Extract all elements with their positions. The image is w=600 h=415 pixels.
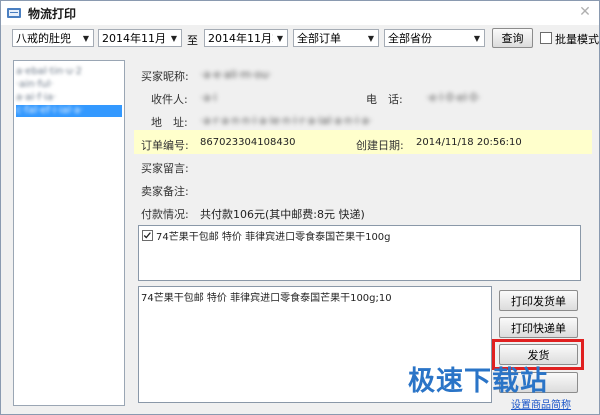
chevron-down-icon: ▼ xyxy=(473,33,481,43)
payment-label: 付款情况: xyxy=(141,208,189,221)
print-express-button[interactable]: 打印快递单 xyxy=(499,317,578,338)
order-items-box[interactable]: 74芒果干包邮 特价 菲律宾进口零食泰国芒果干100g xyxy=(138,225,581,281)
list-item[interactable]: a·ebal·tin·u·2 xyxy=(16,66,82,78)
chevron-down-icon: ▼ xyxy=(82,33,90,43)
date-to-value: 2014年11月21日 xyxy=(208,32,273,45)
order-no-label: 订单编号: xyxy=(141,139,189,152)
buyer-nick-value: ·a·e·ali·m·ou· xyxy=(200,68,272,81)
checkmark-icon xyxy=(143,232,151,239)
list-item[interactable]: a·ai·f·ia· xyxy=(16,92,56,104)
site-watermark: 极速下载站 xyxy=(408,366,548,397)
print-invoice-button[interactable]: 打印发货单 xyxy=(499,290,578,311)
list-item-label: c·fal·ef·i·ial·a· xyxy=(16,105,84,116)
batch-mode-label: 批量模式 xyxy=(555,33,599,46)
list-item-selected[interactable]: c·fal·ef·i·ial·a· xyxy=(16,105,122,117)
receiver-label: 收件人: xyxy=(151,93,188,106)
order-no-value: 867023304108430 xyxy=(200,137,296,148)
shop-select[interactable]: 八戒的肚兜 ▼ xyxy=(12,29,94,47)
chevron-down-icon: ▼ xyxy=(367,33,375,43)
logistics-print-window: 物流打印 ✕ 八戒的肚兜 ▼ 2014年11月14日 ▼ 至 2014年11月2… xyxy=(0,0,600,415)
seller-note-label: 卖家备注: xyxy=(141,185,189,198)
receiver-value: ·a·i xyxy=(200,91,217,104)
close-icon[interactable]: ✕ xyxy=(577,4,593,20)
buyer-nick-label: 买家昵称: xyxy=(141,70,189,83)
batch-mode-checkbox[interactable] xyxy=(540,32,552,44)
chevron-down-icon: ▼ xyxy=(276,33,284,43)
query-button[interactable]: 查询 xyxy=(492,28,533,48)
date-separator: 至 xyxy=(187,34,198,47)
address-value: ·a·r·a·n·n·i·a·ie·n·i·r·a·ial·a·n·i·a· xyxy=(200,114,373,127)
chevron-down-icon: ▼ xyxy=(170,33,178,43)
created-date-value: 2014/11/18 20:56:10 xyxy=(416,137,522,148)
shop-select-value: 八戒的肚兜 xyxy=(16,32,71,45)
order-list[interactable]: a·ebal·tin·u·2 ·ain·ful· a·ai·f·ia· c·fa… xyxy=(13,60,125,406)
item-label: 74芒果干包邮 特价 菲律宾进口零食泰国芒果干100g xyxy=(156,232,391,243)
order-filter-value: 全部订单 xyxy=(297,32,341,45)
order-detail-panel: 买家昵称: ·a·e·ali·m·ou· 收件人: ·a·i 电 话: ·e·l… xyxy=(126,51,600,411)
order-filter-select[interactable]: 全部订单 ▼ xyxy=(293,29,379,47)
filter-toolbar: 八戒的肚兜 ▼ 2014年11月14日 ▼ 至 2014年11月21日 ▼ 全部… xyxy=(1,25,599,51)
province-filter-value: 全部省份 xyxy=(388,32,432,45)
item-checkbox[interactable] xyxy=(142,230,153,241)
app-icon xyxy=(7,8,21,18)
list-item[interactable]: ·ain·ful· xyxy=(16,79,53,91)
province-filter-select[interactable]: 全部省份 ▼ xyxy=(384,29,485,47)
date-to-picker[interactable]: 2014年11月21日 ▼ xyxy=(204,29,288,47)
window-title: 物流打印 xyxy=(28,6,77,21)
buyer-message-label: 买家留言: xyxy=(141,162,189,175)
date-from-value: 2014年11月14日 xyxy=(102,32,167,45)
print-text: 74芒果干包邮 特价 菲律宾进口零食泰国芒果干100g;10 xyxy=(141,293,392,304)
set-short-name-link[interactable]: 设置商品简称 xyxy=(511,396,571,411)
payment-value: 共付款106元(其中邮费:8元 快递) xyxy=(200,208,365,221)
title-bar: 物流打印 ✕ xyxy=(1,1,599,25)
address-label: 地 址: xyxy=(151,116,188,129)
phone-value: ·e·l·0·el·0· xyxy=(426,91,481,104)
date-from-picker[interactable]: 2014年11月14日 ▼ xyxy=(98,29,182,47)
phone-label: 电 话: xyxy=(366,93,403,106)
created-date-label: 创建日期: xyxy=(356,139,404,152)
